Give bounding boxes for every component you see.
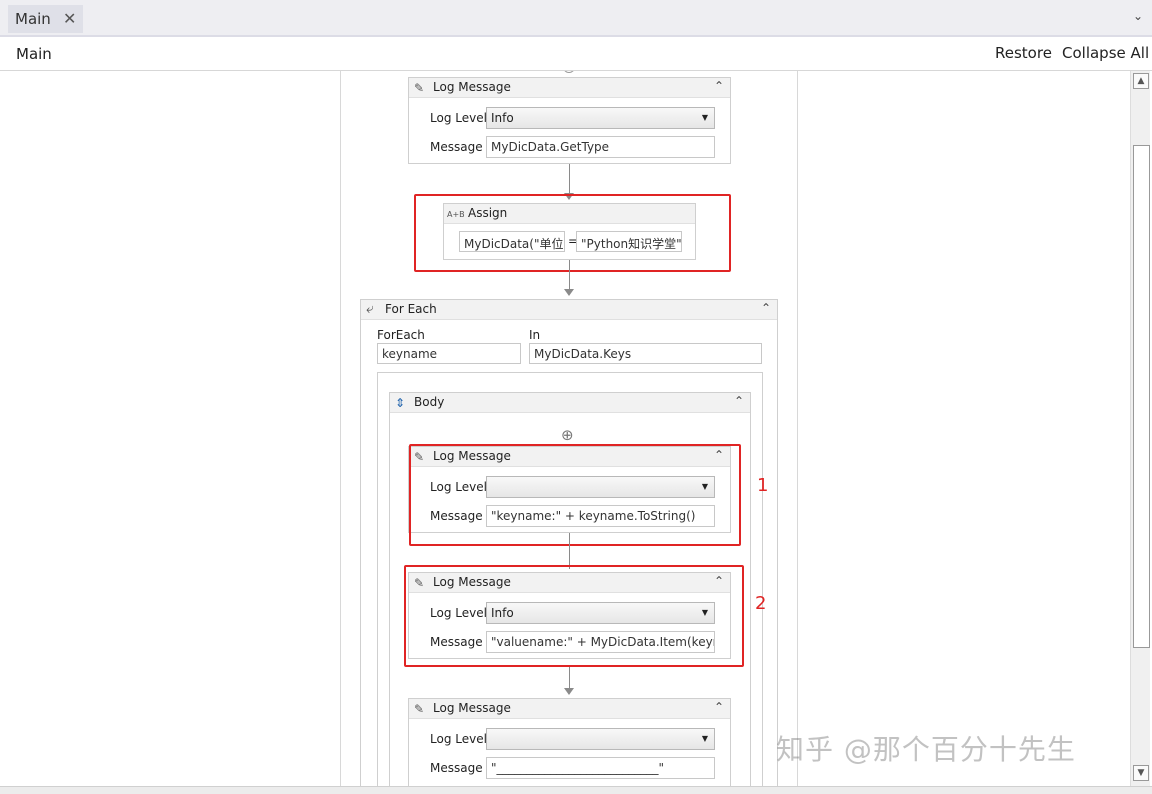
message-value: "___________________________" [491, 761, 665, 775]
log-level-value: Info [491, 111, 514, 125]
message-label: Message [430, 140, 483, 154]
log-level-dropdown[interactable]: ▼ [486, 728, 715, 750]
in-label: In [529, 328, 541, 342]
activity-title: For Each [385, 302, 437, 316]
dropdown-arrow-icon: ▼ [701, 734, 708, 743]
log-message-icon: ✎ [414, 702, 425, 716]
message-label: Message [430, 761, 483, 775]
chevron-down-icon[interactable]: ⌄ [1133, 9, 1143, 23]
scroll-down-icon[interactable]: ▼ [1133, 765, 1149, 781]
log-level-label: Log Level [430, 111, 487, 125]
message-input[interactable]: MyDicData.GetType [486, 136, 715, 158]
tab-main[interactable]: Main ✕ [8, 5, 83, 33]
collapse-icon[interactable]: ⌃ [761, 301, 771, 315]
log-message-icon: ✎ [414, 81, 425, 95]
add-activity-icon[interactable]: ⊕ [561, 426, 574, 444]
highlight-box [414, 194, 731, 272]
close-icon[interactable]: ✕ [63, 9, 76, 28]
foreach-label: ForEach [377, 328, 425, 342]
connector-arrow-icon [564, 688, 574, 695]
sequence-icon: ⇕ [395, 396, 406, 410]
connector-line [569, 260, 570, 290]
collapse-icon[interactable]: ⌃ [714, 700, 724, 714]
watermark: 知乎 @那个百分十先生 [776, 733, 1076, 766]
activity-title: Body [414, 395, 445, 409]
activity-title: Log Message [433, 80, 511, 94]
activity-header: ⇕ Body ⌃ [390, 393, 750, 413]
activity-header: ✎ Log Message ⌃ [409, 699, 730, 719]
scroll-thumb[interactable] [1133, 145, 1150, 648]
log-level-dropdown[interactable]: Info ▼ [486, 107, 715, 129]
log-message-activity[interactable]: ✎ Log Message ⌃ Log Level Info ▼ Message… [408, 77, 731, 164]
horizontal-scrollbar[interactable] [0, 786, 1152, 794]
log-message-activity[interactable]: ✎ Log Message ⌃ Log Level ▼ Message "___… [408, 698, 731, 786]
in-collection-input[interactable]: MyDicData.Keys [529, 343, 762, 364]
vertical-scrollbar[interactable]: ▲ ▼ [1130, 71, 1150, 786]
foreach-variable-value: keyname [382, 347, 438, 361]
collapse-icon[interactable]: ⌃ [734, 394, 744, 408]
annotation-2: 2 [755, 593, 767, 614]
workflow-canvas[interactable]: ✎ Log Message ⌃ Log Level Info ▼ Message… [9, 71, 1130, 786]
for-each-icon: ⤶ [366, 301, 374, 317]
scroll-up-icon[interactable]: ▲ [1133, 73, 1149, 89]
tab-strip: Main ✕ ⌄ [0, 0, 1152, 37]
connector-line [569, 667, 570, 689]
foreach-variable-input[interactable]: keyname [377, 343, 521, 364]
collapse-all-link[interactable]: Collapse All [1062, 44, 1149, 62]
designer-header: Main Restore Collapse All [0, 39, 1152, 71]
activity-title: Log Message [433, 701, 511, 715]
collapse-icon[interactable]: ⌃ [714, 79, 724, 93]
dropdown-arrow-icon: ▼ [701, 113, 708, 122]
activity-header: ✎ Log Message ⌃ [409, 78, 730, 98]
message-value: MyDicData.GetType [491, 140, 610, 154]
tab-label: Main [15, 10, 51, 28]
highlight-box [404, 565, 744, 667]
restore-link[interactable]: Restore [995, 44, 1052, 62]
message-input[interactable]: "___________________________" [486, 757, 715, 779]
breadcrumb[interactable]: Main [16, 45, 52, 63]
activity-header: ⤶ For Each ⌃ [361, 300, 777, 320]
connector-line [569, 164, 570, 194]
annotation-1: 1 [757, 475, 769, 496]
highlight-box [409, 444, 741, 546]
connector-line [569, 533, 570, 569]
in-collection-value: MyDicData.Keys [534, 347, 632, 361]
connector-arrow-icon [564, 289, 574, 296]
log-level-label: Log Level [430, 732, 487, 746]
